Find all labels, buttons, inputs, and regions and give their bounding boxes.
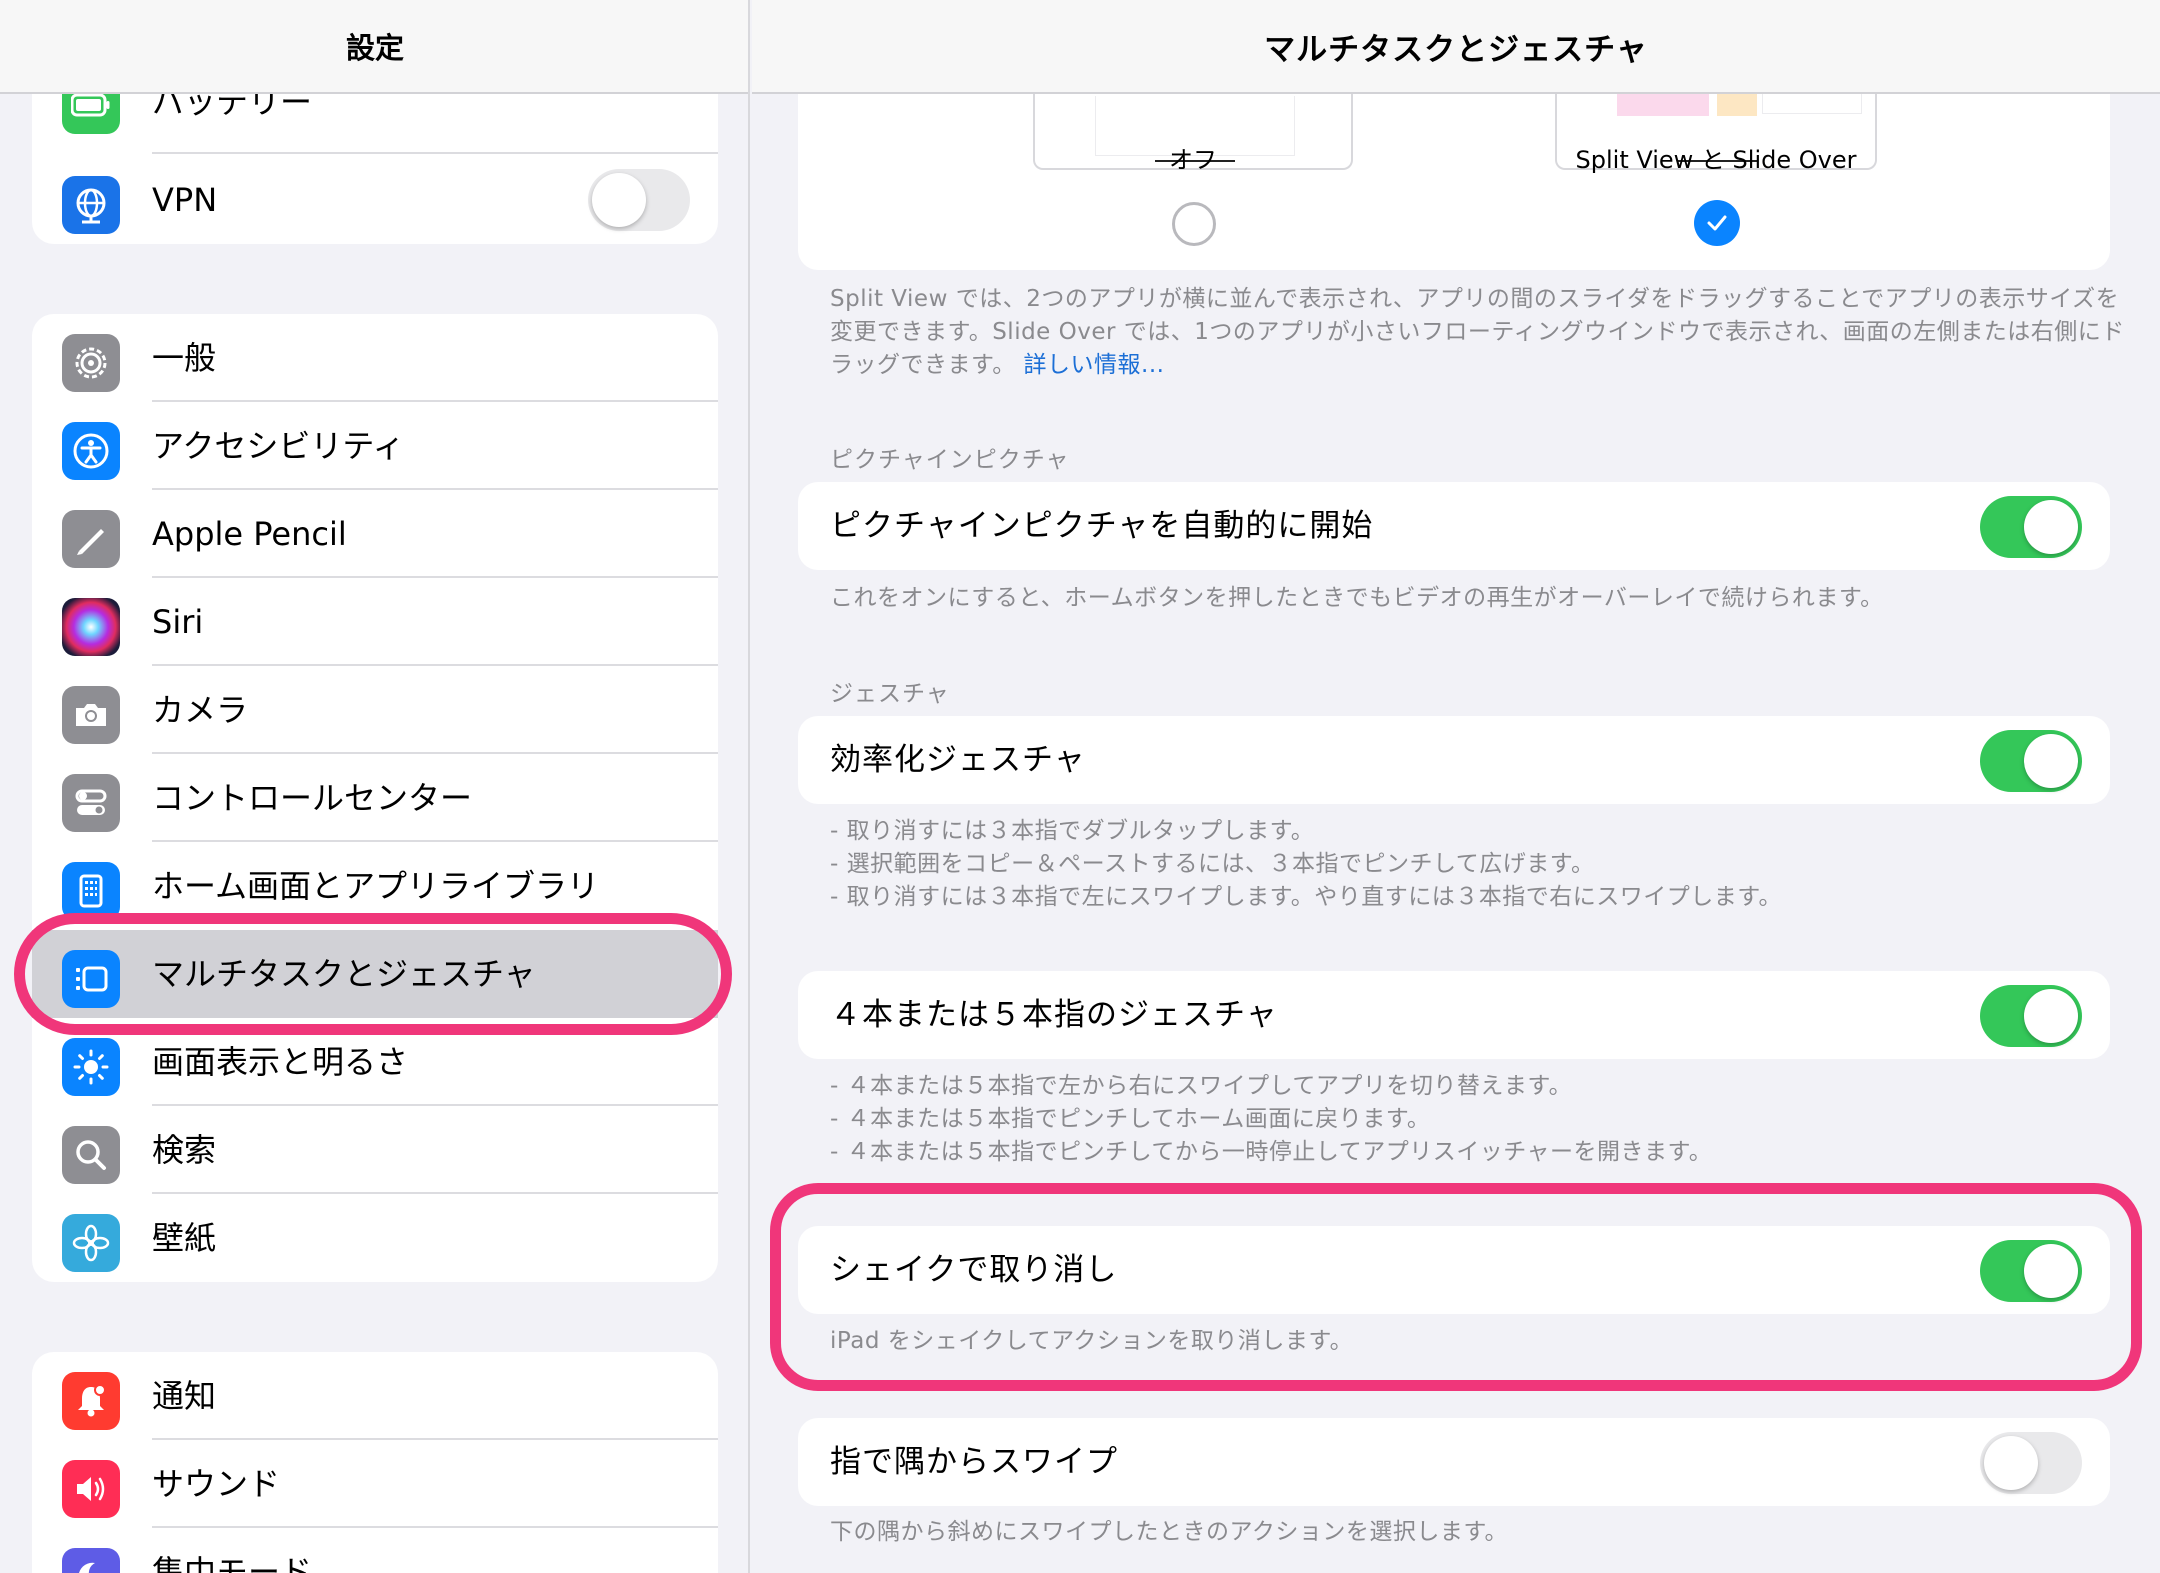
sidebar-item-label: 通知 — [152, 1377, 217, 1415]
shake-to-undo-label: シェイクで取り消し — [830, 1252, 1118, 1288]
settings-group-3: 通知 サウンド 集中モード — [32, 1352, 718, 1573]
gear-icon — [62, 334, 120, 392]
sidebar-item-apple-pencil[interactable]: Apple Pencil — [32, 490, 718, 578]
sidebar-item-label: 集中モード — [152, 1553, 313, 1573]
shake-to-undo-card: シェイクで取り消し — [798, 1226, 2110, 1314]
notification-bell-icon — [62, 1372, 120, 1430]
efficiency-note-line: - 選択範囲をコピー＆ペーストするには、３本指でピンチして広げます。 — [830, 851, 1595, 877]
control-center-icon — [62, 774, 120, 832]
four-five-note-line: - ４本または５本指でピンチしてから一時停止してアプリスイッチャーを開きます。 — [830, 1139, 1713, 1165]
sidebar-item-label: 画面表示と明るさ — [152, 1043, 409, 1081]
multitask-icon — [62, 950, 120, 1008]
checkmark-icon — [1707, 215, 1727, 231]
sidebar-item-vpn[interactable]: VPN — [32, 156, 718, 244]
efficiency-gesture-toggle[interactable] — [1980, 730, 2082, 792]
four-five-finger-card: ４本または５本指のジェスチャ — [798, 971, 2110, 1059]
sidebar-item-label: Siri — [152, 603, 204, 641]
sidebar-item-multitasking[interactable]: マルチタスクとジェスチャ — [32, 930, 718, 1018]
shake-to-undo-note: iPad をシェイクしてアクションを取り消します。 — [830, 1328, 1354, 1354]
sidebar-item-label: VPN — [152, 181, 218, 219]
four-five-note-line: - ４本または５本指で左から右にスワイプしてアプリを切り替えます。 — [830, 1073, 1573, 1099]
sidebar-item-label: マルチタスクとジェスチャ — [152, 955, 536, 993]
split-view-option-label: Split View と Slide Over — [1575, 146, 1857, 174]
corner-swipe-card: 指で隅からスワイプ — [798, 1418, 2110, 1506]
off-option-label: オフ — [1169, 146, 1217, 174]
moon-icon — [62, 1548, 120, 1573]
home-screen-icon — [62, 862, 120, 920]
efficiency-gesture-card: 効率化ジェスチャ — [798, 716, 2110, 804]
sidebar-item-label: Apple Pencil — [152, 515, 347, 553]
settings-group-2: 一般 アクセシビリティ Apple Pencil Siri カメラ コントロール… — [32, 314, 718, 1282]
sidebar-item-notifications[interactable]: 通知 — [32, 1352, 718, 1440]
sidebar-item-general[interactable]: 一般 — [32, 314, 718, 402]
main-panel: マルチタスクとジェスチャ オフ Split View と Slide Over … — [752, 0, 2160, 1573]
efficiency-note-line: - 取り消すには３本指で左にスワイプします。やり直すには３本指で右にスワイプしま… — [830, 884, 1783, 910]
efficiency-gesture-label: 効率化ジェスチャ — [830, 742, 1086, 778]
search-icon — [62, 1126, 120, 1184]
split-view-radio-button[interactable] — [1694, 200, 1740, 246]
efficiency-notes: - 取り消すには３本指でダブルタップします。 - 選択範囲をコピー＆ペーストする… — [830, 815, 2120, 914]
brightness-icon — [62, 1038, 120, 1096]
sidebar-item-siri[interactable]: Siri — [32, 578, 718, 666]
pip-card: ピクチャインピクチャを自動的に開始 — [798, 482, 2110, 570]
four-five-finger-notes: - ４本または５本指で左から右にスワイプしてアプリを切り替えます。 - ４本また… — [830, 1070, 2120, 1169]
sidebar-header: 設定 — [0, 0, 748, 94]
vpn-toggle[interactable] — [588, 169, 690, 231]
sidebar-item-display-brightness[interactable]: 画面表示と明るさ — [32, 1018, 718, 1106]
divider — [152, 152, 718, 154]
sidebar-item-label: アクセシビリティ — [152, 427, 405, 465]
sidebar-item-label: 検索 — [152, 1131, 217, 1169]
efficiency-note-line: - 取り消すには３本指でダブルタップします。 — [830, 818, 1315, 844]
toggle-knob — [2024, 1244, 2078, 1298]
multitask-footer-note: Split View では、2つのアプリが横に並んで表示され、アプリの間のスライ… — [830, 283, 2130, 382]
learn-more-link[interactable]: 詳しい情報... — [1024, 352, 1165, 378]
accessibility-icon — [62, 422, 120, 480]
sidebar-item-search[interactable]: 検索 — [32, 1106, 718, 1194]
pip-note: これをオンにすると、ホームボタンを押したときでもビデオの再生がオーバーレイで続け… — [830, 585, 1884, 611]
page-title: マルチタスクとジェスチャ — [1264, 31, 1648, 68]
toggle-knob — [1984, 1436, 2038, 1490]
siri-icon — [62, 598, 120, 656]
sidebar-item-camera[interactable]: カメラ — [32, 666, 718, 754]
sidebar-title: 設定 — [345, 31, 404, 65]
four-five-finger-label: ４本または５本指のジェスチャ — [830, 997, 1278, 1033]
sidebar-item-label: ホーム画面とアプリライブラリ — [152, 867, 600, 905]
toggle-knob — [2024, 500, 2078, 554]
sidebar-item-control-center[interactable]: コントロールセンター — [32, 754, 718, 842]
shake-to-undo-toggle[interactable] — [1980, 1240, 2082, 1302]
pip-label: ピクチャインピクチャを自動的に開始 — [830, 508, 1374, 544]
sidebar-item-label: 一般 — [152, 339, 217, 377]
toggle-knob — [592, 173, 646, 227]
corner-swipe-label: 指で隅からスワイプ — [830, 1444, 1118, 1480]
gesture-section-header: ジェスチャ — [830, 681, 950, 707]
four-five-finger-toggle[interactable] — [1980, 985, 2082, 1047]
sidebar: 設定 バッテリー VPN 一般 アクセシビリティ Apple Pencil Si… — [0, 0, 750, 1573]
sidebar-item-label: サウンド — [152, 1465, 281, 1503]
main-header: マルチタスクとジェスチャ — [752, 0, 2160, 94]
corner-swipe-note: 下の隅から斜めにスワイプしたときのアクションを選択します。 — [830, 1519, 1509, 1545]
off-radio-button[interactable] — [1172, 202, 1216, 246]
sidebar-item-label: コントロールセンター — [152, 779, 473, 817]
pencil-icon — [62, 510, 120, 568]
sidebar-item-label: 壁紙 — [152, 1219, 217, 1257]
sidebar-item-wallpaper[interactable]: 壁紙 — [32, 1194, 718, 1282]
speaker-icon — [62, 1460, 120, 1518]
sidebar-item-label: カメラ — [152, 691, 249, 729]
vpn-globe-icon — [62, 176, 120, 234]
pip-toggle[interactable] — [1980, 496, 2082, 558]
sidebar-item-focus[interactable]: 集中モード — [32, 1528, 718, 1573]
corner-swipe-toggle[interactable] — [1980, 1432, 2082, 1494]
toggle-knob — [2024, 734, 2078, 788]
sidebar-item-accessibility[interactable]: アクセシビリティ — [32, 402, 718, 490]
sidebar-item-home-screen[interactable]: ホーム画面とアプリライブラリ — [32, 842, 718, 930]
camera-icon — [62, 686, 120, 744]
pip-section-header: ピクチャインピクチャ — [830, 447, 1070, 473]
wallpaper-flower-icon — [62, 1214, 120, 1272]
sidebar-item-sounds[interactable]: サウンド — [32, 1440, 718, 1528]
four-five-note-line: - ４本または５本指でピンチしてホーム画面に戻ります。 — [830, 1106, 1431, 1132]
toggle-knob — [2024, 989, 2078, 1043]
